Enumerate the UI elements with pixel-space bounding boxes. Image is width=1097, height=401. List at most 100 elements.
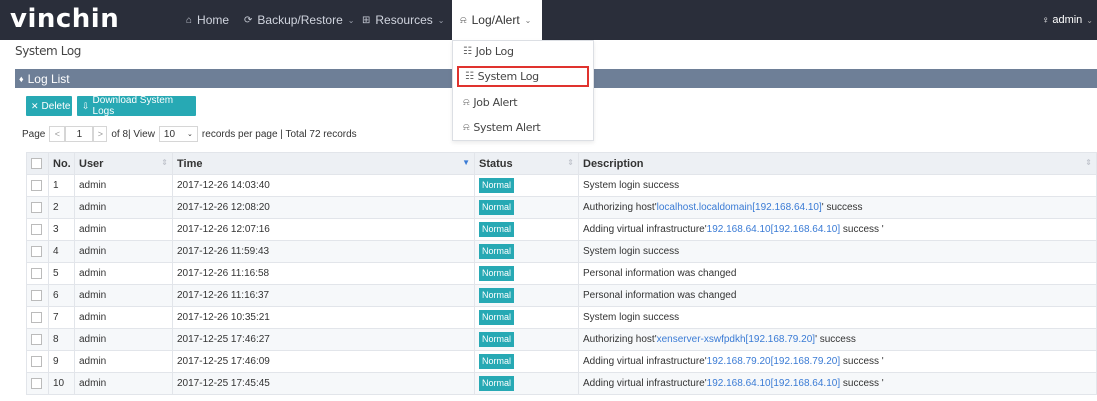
status-badge: Normal (479, 222, 515, 237)
table-row[interactable]: 7 admin 2017-12-26 10:35:21 Normal System lo… (26, 306, 1097, 329)
next-page-button[interactable]: > (93, 126, 108, 142)
sort-icon[interactable]: ⇕ (161, 158, 168, 167)
chevron-down-icon: ⌄ (437, 15, 445, 25)
row-checkbox[interactable] (26, 240, 49, 263)
per-page-select[interactable]: 10 ⌄ (158, 126, 198, 142)
row-user: admin (74, 240, 173, 263)
table-row[interactable]: 4 admin 2017-12-26 11:59:43 Normal System lo… (26, 240, 1097, 263)
description-suffix: ' success (821, 202, 863, 213)
table-row[interactable]: 8 admin 2017-12-25 17:46:27 Normal Authorizi… (26, 328, 1097, 351)
row-no: 1 (48, 174, 75, 197)
menu-item-system-alert[interactable]: ⍾ System Alert (457, 117, 589, 138)
row-no: 2 (48, 196, 75, 219)
row-time: 2017-12-26 11:16:37 (172, 284, 475, 307)
row-no: 4 (48, 240, 75, 263)
description-text: System login success (583, 246, 680, 257)
bell-icon: ⍾ (460, 14, 467, 26)
row-checkbox[interactable] (26, 284, 49, 307)
description-text: Personal information was changed (583, 268, 737, 279)
row-checkbox[interactable] (26, 174, 49, 197)
column-header-no[interactable]: No. (48, 152, 75, 175)
row-user: admin (74, 328, 173, 351)
prev-page-button[interactable]: < (49, 126, 66, 142)
description-link[interactable]: 192.168.79.20[192.168.79.20] (707, 356, 840, 367)
row-no: 3 (48, 218, 75, 241)
row-user: admin (74, 196, 173, 219)
nav-backup-restore[interactable]: ⟳ Backup/Restore ⌄ (236, 0, 362, 40)
row-status: Normal (474, 196, 579, 219)
delete-button-label: Delete (41, 100, 71, 112)
table-row[interactable]: 6 admin 2017-12-26 11:16:37 Normal Personal … (26, 284, 1097, 307)
row-checkbox[interactable] (26, 262, 49, 285)
description-link[interactable]: 192.168.64.10[192.168.64.10] (707, 378, 840, 389)
chevron-down-icon: ⌄ (1086, 15, 1093, 25)
row-description: Personal information was changed (578, 284, 1097, 307)
description-link[interactable]: xenserver-xswfpdkh[192.168.79.20] (657, 334, 815, 345)
select-all-checkbox[interactable] (26, 152, 49, 175)
column-header-time[interactable]: Time ▼ (172, 152, 475, 175)
download-button-label: Download System Logs (92, 95, 174, 117)
description-link[interactable]: localhost.localdomain[192.168.64.10] (657, 202, 822, 213)
sort-desc-icon[interactable]: ▼ (462, 158, 470, 167)
row-no: 10 (48, 372, 75, 395)
table-row[interactable]: 3 admin 2017-12-26 12:07:16 Normal Adding vi… (26, 218, 1097, 241)
row-time: 2017-12-26 12:07:16 (172, 218, 475, 241)
chevron-down-icon: ⌄ (187, 131, 193, 138)
nav-log-alert[interactable]: ⍾ Log/Alert ⌄ (452, 0, 542, 40)
row-checkbox[interactable] (26, 328, 49, 351)
per-page-value: 10 (163, 128, 176, 140)
menu-item-system-log[interactable]: ☷ System Log (457, 66, 589, 87)
column-header-user[interactable]: User ⇕ (74, 152, 173, 175)
table-header-row: No. User ⇕ Time ▼ Status ⇕ Description ⇕ (26, 152, 1097, 175)
table-row[interactable]: 5 admin 2017-12-26 11:16:58 Normal Personal … (26, 262, 1097, 285)
row-time: 2017-12-25 17:46:09 (172, 350, 475, 373)
vinchin-logo[interactable]: vinchin (10, 4, 119, 34)
nav-home-label: Home (197, 13, 230, 27)
table-row[interactable]: 1 admin 2017-12-26 14:03:40 Normal System lo… (26, 174, 1097, 197)
description-text: Adding virtual infrastructure' (583, 378, 707, 389)
description-text: System login success (583, 180, 680, 191)
row-description: Adding virtual infrastructure'192.168.79… (578, 350, 1097, 373)
row-user: admin (74, 262, 173, 285)
status-badge: Normal (479, 354, 515, 369)
description-text: Adding virtual infrastructure' (583, 224, 707, 235)
row-time: 2017-12-25 17:46:27 (172, 328, 475, 351)
row-checkbox[interactable] (26, 306, 49, 329)
table-row[interactable]: 10 admin 2017-12-25 17:45:45 Normal Adding v… (26, 372, 1097, 395)
system-log-table: No. User ⇕ Time ▼ Status ⇕ Description ⇕ 1 ad… (26, 152, 1097, 395)
user-icon: ♀ (1041, 14, 1050, 26)
row-checkbox[interactable] (26, 372, 49, 395)
status-badge: Normal (479, 332, 515, 347)
row-description: Authorizing host'localhost.localdomain[1… (578, 196, 1097, 219)
nav-home[interactable]: ⌂ Home (178, 0, 237, 40)
menu-item-job-alert[interactable]: ⍾ Job Alert (457, 92, 589, 113)
menu-item-job-log[interactable]: ☷ Job Log (457, 41, 589, 62)
sort-icon[interactable]: ⇕ (567, 158, 574, 167)
user-menu[interactable]: ♀ admin ⌄ (1042, 0, 1097, 40)
row-description: Personal information was changed (578, 262, 1097, 285)
column-header-status[interactable]: Status ⇕ (474, 152, 579, 175)
row-time: 2017-12-26 10:35:21 (172, 306, 475, 329)
user-name: admin (1052, 14, 1083, 26)
row-description: System login success (578, 174, 1097, 197)
row-user: admin (74, 284, 173, 307)
column-header-description[interactable]: Description ⇕ (578, 152, 1097, 175)
sort-icon[interactable]: ⇕ (1085, 158, 1092, 167)
row-status: Normal (474, 284, 579, 307)
row-checkbox[interactable] (26, 350, 49, 373)
page-title: System Log (15, 44, 81, 58)
delete-button[interactable]: ✕ Delete (26, 96, 72, 116)
download-system-logs-button[interactable]: ⇩ Download System Logs (77, 95, 196, 117)
nav-backup-restore-label: Backup/Restore (257, 13, 343, 27)
description-link[interactable]: 192.168.64.10[192.168.64.10] (707, 224, 840, 235)
nav-resources[interactable]: ⊞ Resources ⌄ (354, 0, 452, 40)
row-status: Normal (474, 328, 579, 351)
page-label: Page (22, 128, 46, 140)
row-checkbox[interactable] (26, 196, 49, 219)
current-page-input[interactable]: 1 (65, 126, 94, 142)
table-row[interactable]: 9 admin 2017-12-25 17:46:09 Normal Adding vi… (26, 350, 1097, 373)
row-checkbox[interactable] (26, 218, 49, 241)
status-badge: Normal (479, 200, 515, 215)
table-row[interactable]: 2 admin 2017-12-26 12:08:20 Normal Authorizi… (26, 196, 1097, 219)
nav-log-alert-label: Log/Alert (471, 13, 520, 27)
